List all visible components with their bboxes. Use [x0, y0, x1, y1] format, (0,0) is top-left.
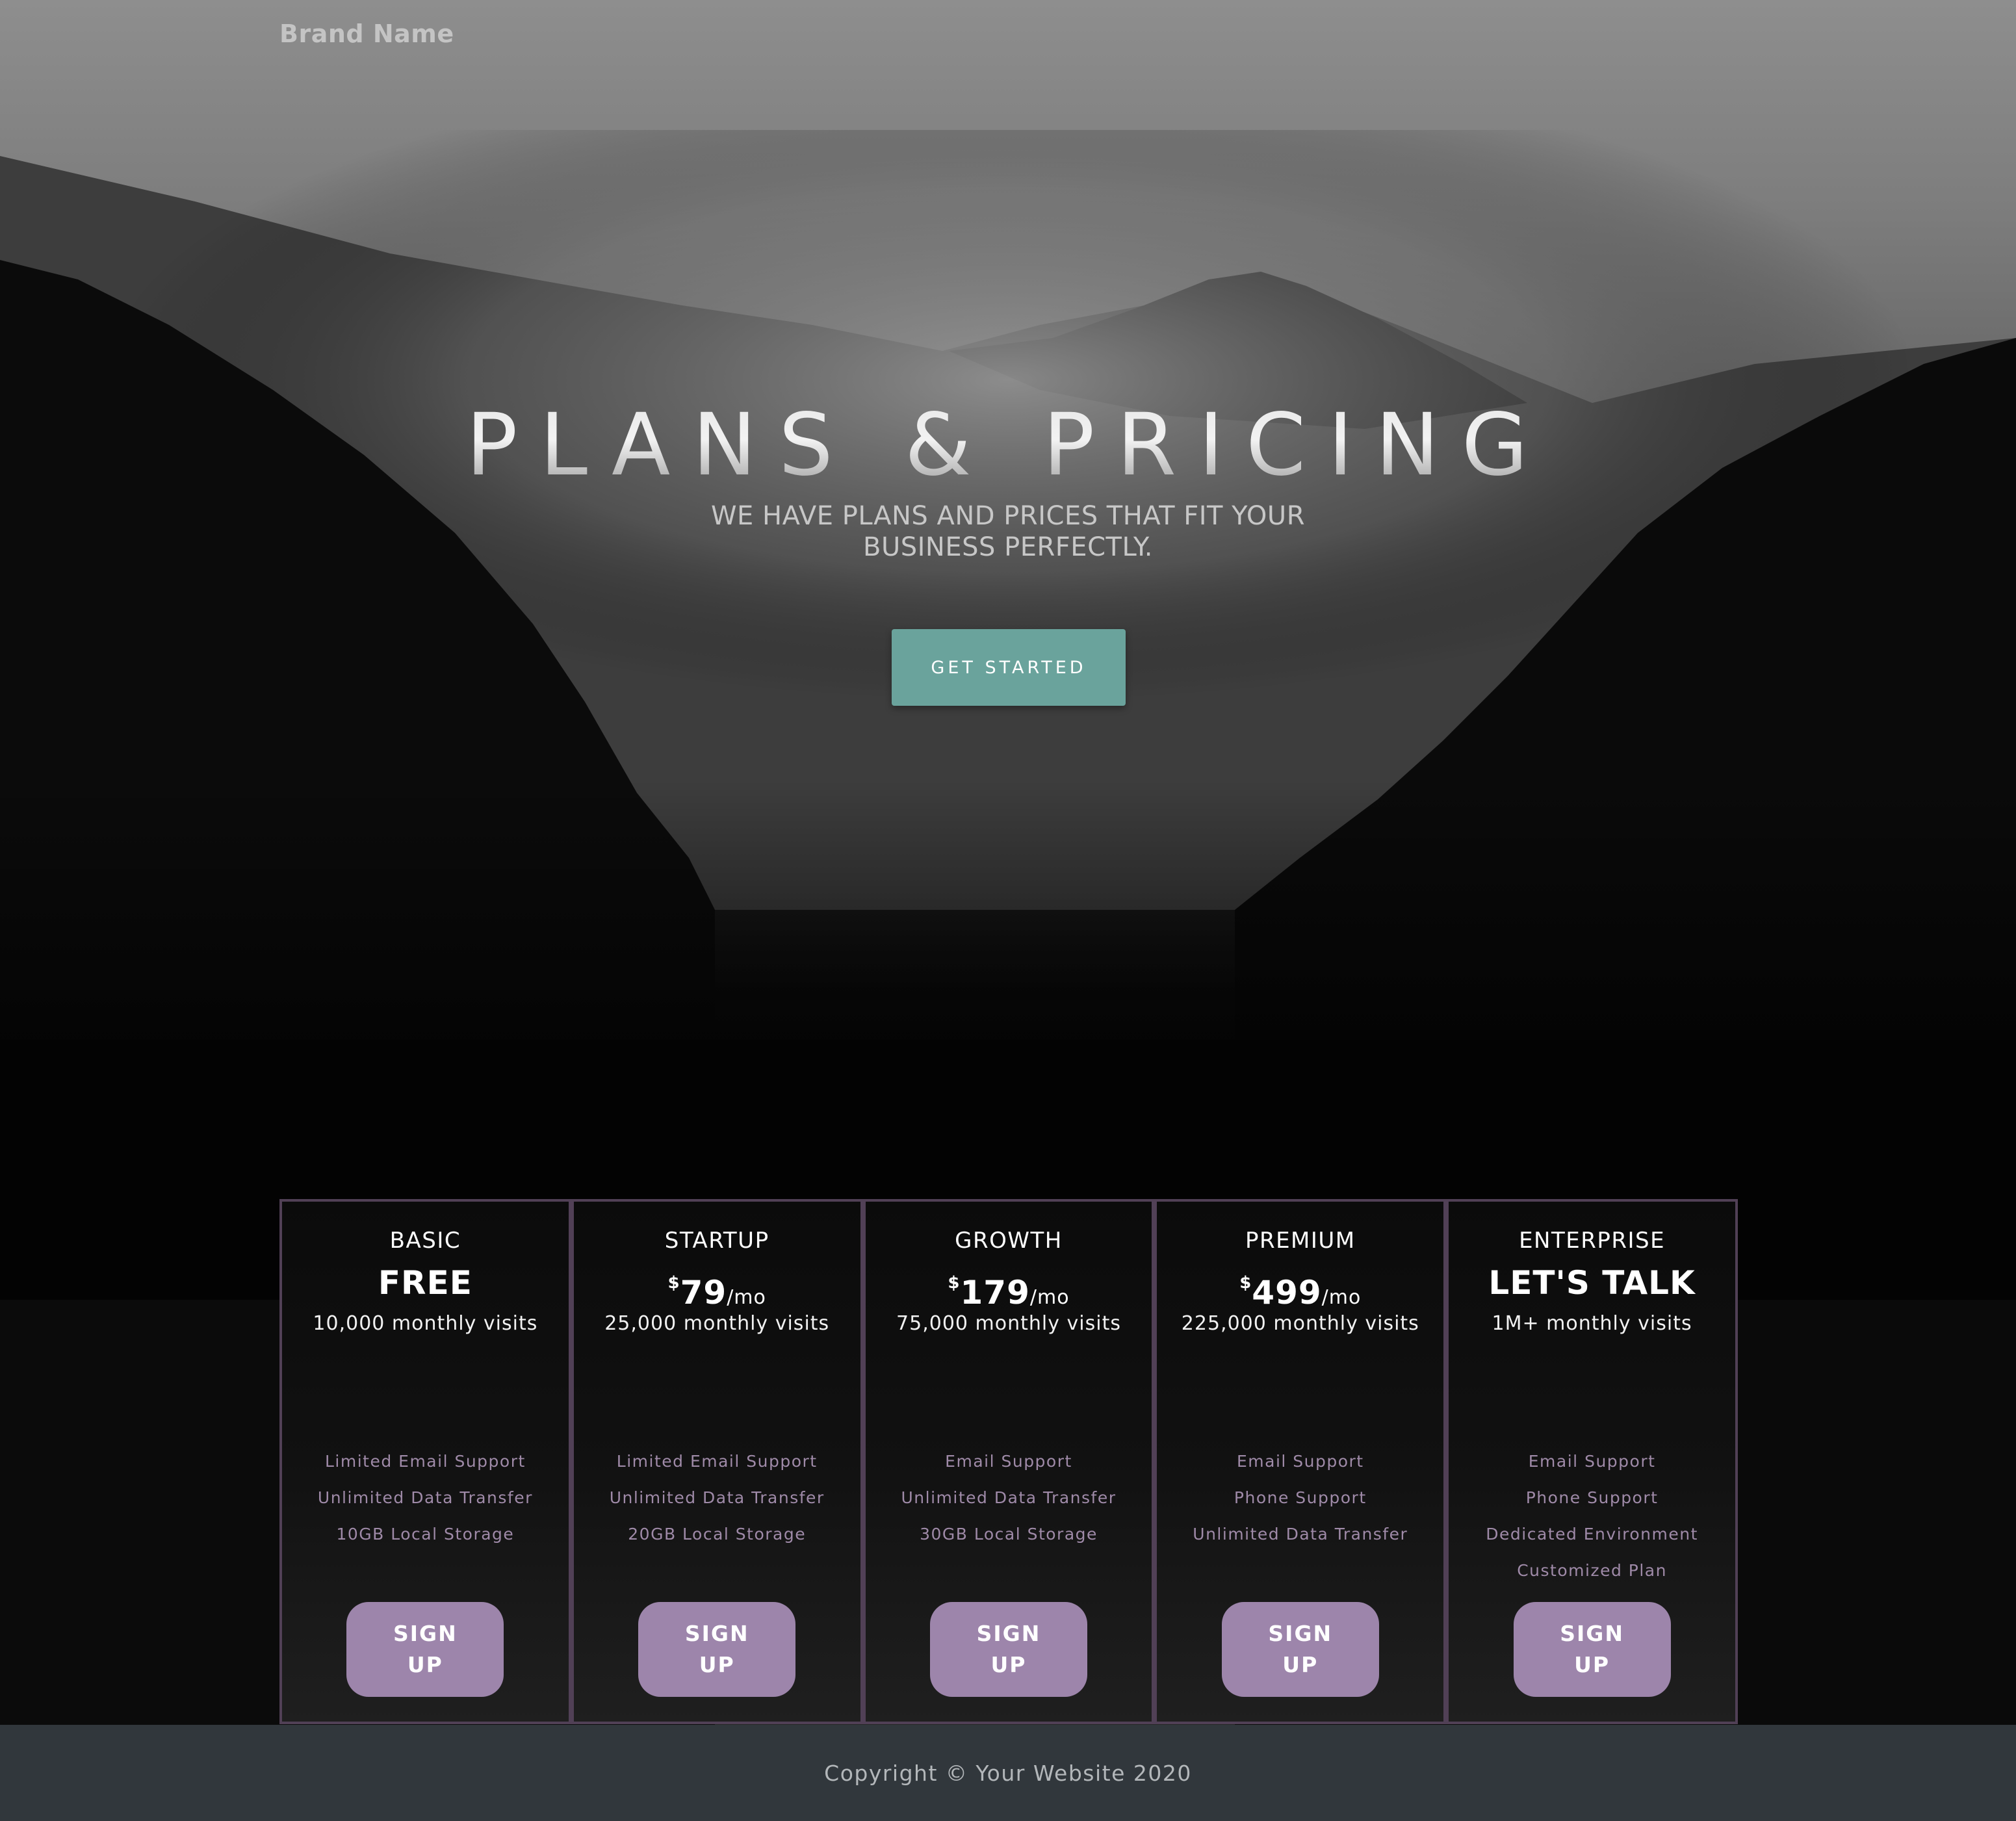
plan-name: ENTERPRISE: [1519, 1228, 1666, 1254]
plan-feature: Email Support: [1528, 1452, 1656, 1471]
plan-features: Limited Email Support Unlimited Data Tra…: [574, 1443, 860, 1553]
plan-price-period: /mo: [1321, 1286, 1362, 1309]
plan-feature: Email Support: [1236, 1452, 1364, 1471]
plan-visits: 75,000 monthly visits: [896, 1312, 1121, 1335]
plan-feature: Limited Email Support: [616, 1452, 818, 1471]
plan-visits: 10,000 monthly visits: [313, 1312, 538, 1335]
plan-card-startup: STARTUP $79/mo 25,000 monthly visits Lim…: [571, 1199, 863, 1724]
sign-up-button-startup[interactable]: SIGN UP: [638, 1602, 796, 1697]
plan-price-currency: $: [667, 1273, 680, 1293]
plan-feature: Unlimited Data Transfer: [609, 1488, 825, 1507]
sign-up-button-basic[interactable]: SIGN UP: [346, 1602, 504, 1697]
plan-feature: Limited Email Support: [324, 1452, 526, 1471]
plan-name: PREMIUM: [1245, 1228, 1356, 1254]
plan-price-amount: 79: [680, 1274, 727, 1311]
plan-card-enterprise: ENTERPRISE LET'S TALK 1M+ monthly visits…: [1446, 1199, 1738, 1724]
plan-visits: 25,000 monthly visits: [604, 1312, 830, 1335]
plan-card-basic: BASIC FREE 10,000 monthly visits Limited…: [279, 1199, 571, 1724]
plan-feature: Email Support: [945, 1452, 1072, 1471]
plan-price-amount: FREE: [378, 1264, 472, 1302]
plan-price: FREE: [282, 1261, 569, 1304]
plan-price-amount: 499: [1252, 1274, 1322, 1311]
sign-up-button-growth[interactable]: SIGN UP: [929, 1602, 1087, 1697]
plan-features: Email Support Unlimited Data Transfer 30…: [866, 1443, 1152, 1553]
hero-subtitle: WE HAVE PLANS AND PRICES THAT FIT YOUR B…: [711, 501, 1305, 562]
plan-feature: Dedicated Environment: [1486, 1525, 1698, 1543]
page-title: PLANS & PRICING: [0, 390, 2016, 500]
plan-name: GROWTH: [955, 1228, 1063, 1254]
plan-price-period: /mo: [1029, 1286, 1070, 1309]
get-started-button[interactable]: GET STARTED: [892, 629, 1126, 706]
sign-up-button-premium[interactable]: SIGN UP: [1221, 1602, 1379, 1697]
plan-feature: 10GB Local Storage: [336, 1525, 515, 1543]
plan-price-amount: LET'S TALK: [1488, 1264, 1696, 1302]
plan-feature: 30GB Local Storage: [920, 1525, 1098, 1543]
plan-price: LET'S TALK: [1449, 1261, 1735, 1304]
copyright-text: Copyright © Your Website 2020: [824, 1760, 1192, 1786]
brand-logo[interactable]: Brand Name: [279, 19, 454, 48]
plan-features: Limited Email Support Unlimited Data Tra…: [282, 1443, 569, 1553]
plan-card-premium: PREMIUM $499/mo 225,000 monthly visits E…: [1154, 1199, 1447, 1724]
plan-price-period: /mo: [727, 1286, 766, 1309]
footer: Copyright © Your Website 2020: [0, 1725, 2016, 1821]
plan-feature: 20GB Local Storage: [628, 1525, 807, 1543]
plan-price-currency: $: [1239, 1273, 1252, 1293]
pricing-table: BASIC FREE 10,000 monthly visits Limited…: [279, 1199, 1738, 1724]
plan-feature: Unlimited Data Transfer: [317, 1488, 533, 1507]
plan-price: $499/mo: [1157, 1261, 1443, 1319]
plan-visits: 225,000 monthly visits: [1181, 1312, 1419, 1335]
plan-price: $79/mo: [574, 1261, 860, 1319]
plan-price-currency: $: [948, 1273, 961, 1293]
plan-price-amount: 179: [960, 1274, 1030, 1311]
plan-feature: Phone Support: [1525, 1488, 1659, 1507]
plan-feature: Unlimited Data Transfer: [901, 1488, 1117, 1507]
plan-feature: Unlimited Data Transfer: [1193, 1525, 1408, 1543]
plan-card-growth: GROWTH $179/mo 75,000 monthly visits Ema…: [862, 1199, 1155, 1724]
plan-features: Email Support Phone Support Dedicated En…: [1449, 1443, 1735, 1589]
plan-feature: Customized Plan: [1517, 1561, 1667, 1580]
plan-price: $179/mo: [866, 1261, 1152, 1319]
plan-name: BASIC: [389, 1228, 461, 1254]
plan-features: Email Support Phone Support Unlimited Da…: [1157, 1443, 1443, 1553]
plan-feature: Phone Support: [1234, 1488, 1367, 1507]
plan-visits: 1M+ monthly visits: [1492, 1312, 1692, 1335]
plan-name: STARTUP: [664, 1228, 769, 1254]
sign-up-button-enterprise[interactable]: SIGN UP: [1513, 1602, 1671, 1697]
